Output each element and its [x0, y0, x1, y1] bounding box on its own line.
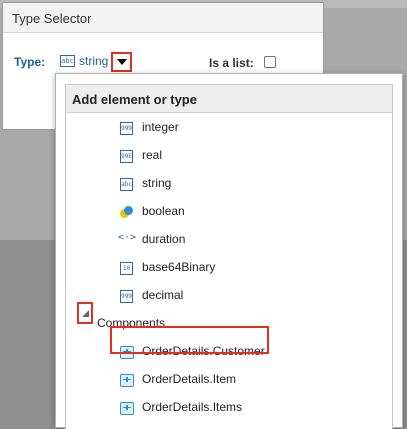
is-list-checkbox[interactable]: [264, 56, 276, 68]
chevron-down-icon: [116, 59, 127, 65]
add-type-popup: Add element or type 999 integer 99E real…: [55, 73, 403, 429]
list-item-label: base64Binary: [142, 260, 216, 274]
list-item-label: boolean: [142, 204, 185, 218]
list-item-label: OrderDetails.Item: [142, 372, 237, 386]
list-item-order-item[interactable]: OrderDetails.Item: [66, 366, 392, 394]
dialog-title: Type Selector: [3, 3, 323, 33]
list-item-label: real: [142, 148, 163, 162]
list-item-string[interactable]: abc string: [66, 170, 392, 198]
type-value-text[interactable]: string: [79, 54, 108, 68]
real-icon: 99E: [120, 150, 133, 163]
is-list-label: Is a list:: [209, 56, 254, 70]
collapse-triangle-icon: [81, 309, 89, 317]
list-item-label: decimal: [142, 288, 184, 302]
list-item-real[interactable]: 99E real: [66, 142, 392, 170]
highlight-order-customer: [110, 326, 269, 354]
list-item-duration[interactable]: <·> duration: [66, 226, 392, 254]
list-item-decimal[interactable]: 999 decimal: [66, 282, 392, 310]
list-item-order-items[interactable]: OrderDetails.Items: [66, 394, 392, 422]
duration-icon: <·>: [118, 232, 137, 243]
type-label: Type:: [14, 55, 46, 69]
popup-header: Add element or type: [66, 85, 392, 113]
decimal-icon: 999: [120, 290, 133, 303]
type-list-panel: Add element or type 999 integer 99E real…: [65, 84, 393, 429]
string-icon: abc: [120, 178, 133, 191]
type-value[interactable]: abc string: [60, 54, 108, 68]
list-item-label: OrderDetails.Items: [142, 400, 243, 414]
expand-toggle-button[interactable]: [77, 302, 93, 324]
component-icon: [120, 402, 134, 415]
string-type-icon: abc: [60, 55, 75, 67]
list-item-base64binary[interactable]: 10 base64Binary: [66, 254, 392, 282]
list-item-boolean[interactable]: boolean: [66, 198, 392, 226]
list-item-label: integer: [142, 120, 179, 134]
binary-icon: 10: [120, 262, 133, 275]
integer-icon: 999: [120, 122, 133, 135]
component-icon: [120, 374, 134, 387]
list-item-label: duration: [142, 232, 186, 246]
boolean-icon: [120, 206, 133, 219]
type-dropdown-button[interactable]: [111, 52, 132, 72]
list-item-label: string: [142, 176, 172, 190]
list-item-integer[interactable]: 999 integer: [66, 114, 392, 142]
